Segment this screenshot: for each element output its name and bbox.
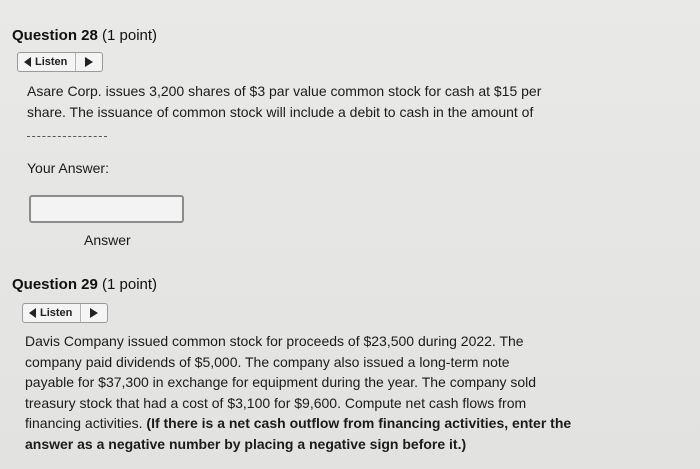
- question-29-instruction-cont: answer as a negative number by placing a…: [25, 435, 467, 452]
- play-button[interactable]: [81, 304, 107, 322]
- question-29-line-6: answer as a negative number by placing a…: [25, 434, 695, 455]
- question-29-text: Davis Company issued common stock for pr…: [25, 331, 695, 454]
- listen-button-q29[interactable]: Listen: [22, 303, 109, 323]
- play-button[interactable]: [76, 53, 102, 71]
- question-29-instruction: (If there is a net cash outflow from fin…: [146, 415, 572, 431]
- question-28-title: Question 28 (1 point): [12, 27, 157, 44]
- question-28-line-1: Asare Corp. issues 3,200 shares of $3 pa…: [27, 83, 542, 99]
- question-29-line-4: treasury stock that had a cost of $3,100…: [25, 394, 527, 411]
- question-29-line-1: Davis Company issued common stock for pr…: [25, 333, 524, 349]
- question-29-line-5: financing activities. (If there is a net…: [25, 413, 695, 434]
- your-answer-label: Your Answer:: [27, 160, 109, 176]
- question-29-number: Question 29: [12, 276, 98, 293]
- listen-button-q28[interactable]: Listen: [17, 52, 104, 72]
- question-29-line-5-text: financing activities.: [25, 415, 147, 431]
- question-29-line-3: payable for $37,300 in exchange for equi…: [25, 374, 537, 390]
- listen-label: Listen: [40, 307, 73, 319]
- question-28-points: (1 point): [97, 27, 158, 44]
- speaker-icon: [24, 57, 31, 67]
- question-29-title: Question 29 (1 point): [12, 276, 157, 293]
- listen-label: Listen: [35, 56, 68, 68]
- question-29-points: (1 point): [97, 276, 158, 293]
- question-28-number: Question 28: [12, 27, 98, 44]
- question-28-line-2: share. The issuance of common stock will…: [27, 104, 534, 120]
- fill-in-blank: [27, 136, 107, 137]
- answer-input[interactable]: [29, 195, 184, 223]
- question-29-line-2: company paid dividends of $5,000. The co…: [25, 353, 510, 370]
- play-icon: [90, 308, 99, 318]
- play-icon: [85, 57, 94, 67]
- quiz-page: Question 28 (1 point) Listen Asare Corp.…: [0, 0, 700, 469]
- question-28-text: Asare Corp. issues 3,200 shares of $3 pa…: [27, 81, 687, 123]
- speaker-icon: [29, 308, 36, 318]
- answer-caption: Answer: [84, 232, 131, 248]
